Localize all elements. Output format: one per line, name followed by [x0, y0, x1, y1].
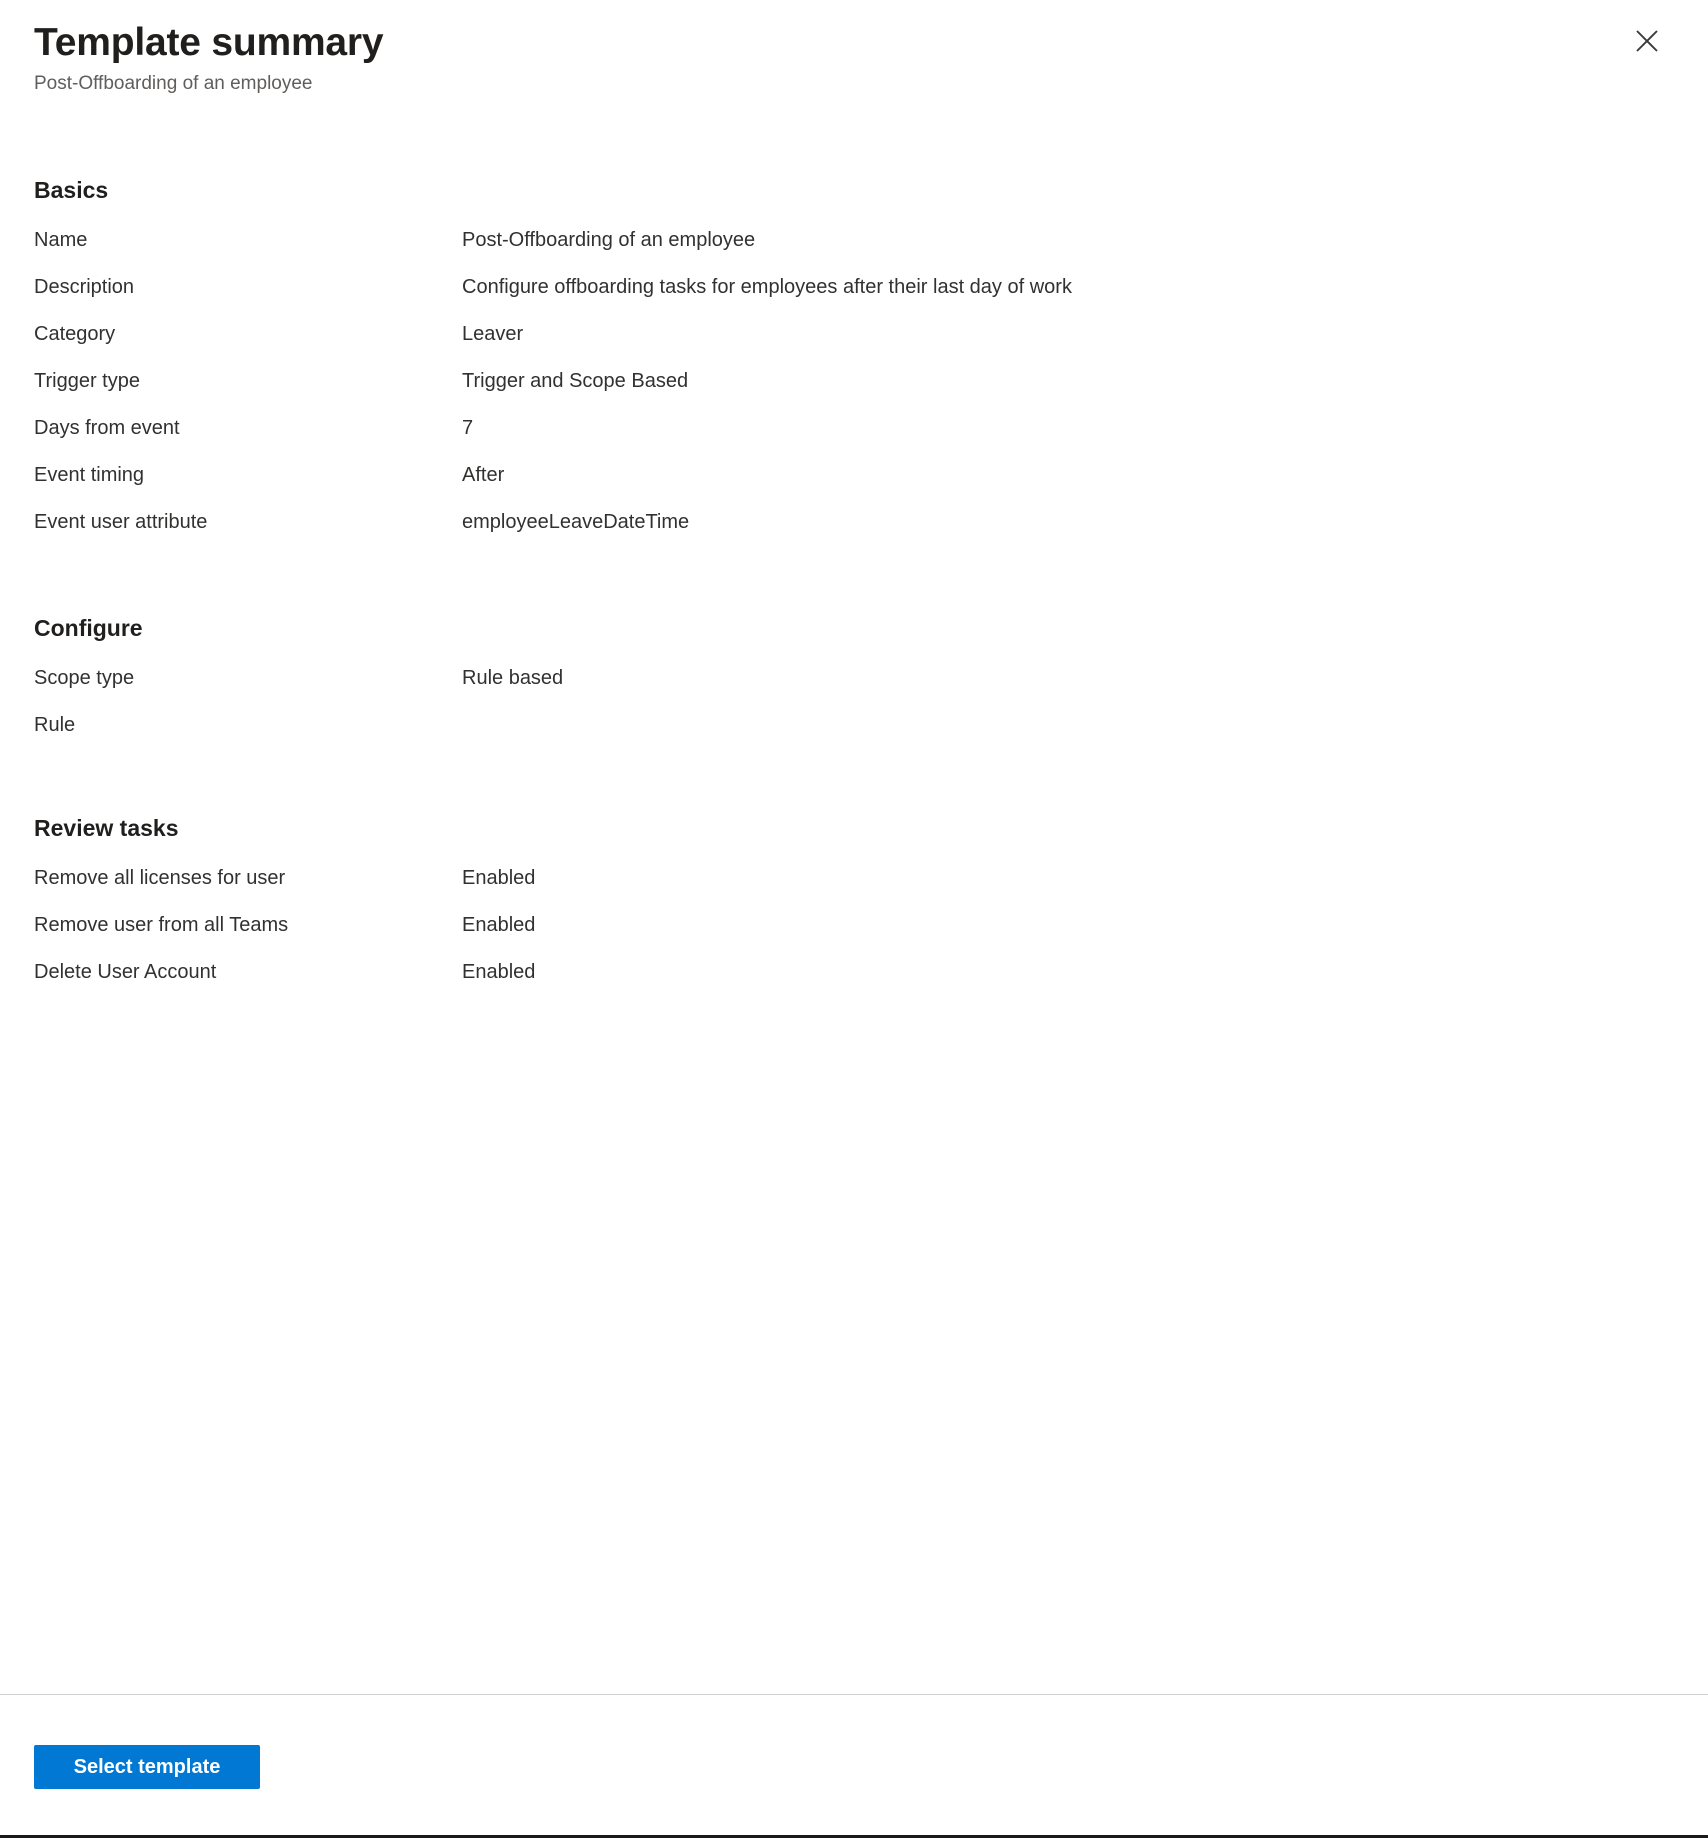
blade-body: Basics Name Post-Offboarding of an emplo… — [0, 97, 1708, 1694]
summary-row-rule: Rule — [34, 711, 1674, 758]
blade-footer: Select template — [0, 1694, 1708, 1835]
section-configure-title: Configure — [34, 615, 143, 641]
section-review-tasks: Review tasks Remove all licenses for use… — [34, 758, 1674, 1005]
row-value: After — [462, 464, 505, 486]
row-value: Configure offboarding tasks for employee… — [462, 276, 1072, 298]
row-label: Remove all licenses for user — [34, 867, 286, 889]
row-label: Delete User Account — [34, 961, 217, 983]
template-summary-blade: Template summary Post-Offboarding of an … — [0, 0, 1708, 1838]
summary-row-category: Category Leaver — [34, 320, 1674, 367]
row-value: employeeLeaveDateTime — [462, 511, 690, 533]
summary-row-name: Name Post-Offboarding of an employee — [34, 226, 1674, 273]
summary-row-trigger-type: Trigger type Trigger and Scope Based — [34, 367, 1674, 414]
task-status: Enabled — [462, 961, 536, 983]
row-label: Scope type — [34, 667, 135, 689]
task-status: Enabled — [462, 867, 536, 889]
section-basics-title: Basics — [34, 177, 109, 203]
task-row-remove-user-from-teams: Remove user from all Teams Enabled — [34, 911, 1674, 958]
row-label: Name — [34, 229, 88, 251]
row-value: Rule based — [462, 667, 564, 689]
row-value: Post-Offboarding of an employee — [462, 229, 756, 251]
summary-row-scope-type: Scope type Rule based — [34, 664, 1674, 711]
section-configure: Configure Scope type Rule based Rule — [34, 555, 1674, 758]
page-title: Template summary — [34, 21, 384, 64]
summary-row-days-from-event: Days from event 7 — [34, 414, 1674, 461]
row-value: Trigger and Scope Based — [462, 370, 689, 392]
select-template-button[interactable]: Select template — [34, 1745, 260, 1789]
summary-row-event-user-attribute: Event user attribute employeeLeaveDateTi… — [34, 508, 1674, 555]
section-basics: Basics Name Post-Offboarding of an emplo… — [34, 97, 1674, 555]
close-icon — [1634, 28, 1660, 54]
row-label: Event timing — [34, 464, 145, 486]
row-value: 7 — [462, 417, 474, 439]
row-label: Description — [34, 276, 135, 298]
row-label: Category — [34, 323, 116, 345]
row-label: Days from event — [34, 417, 180, 439]
blade-header: Template summary Post-Offboarding of an … — [0, 0, 1708, 97]
page-subtitle: Post-Offboarding of an employee — [34, 73, 313, 94]
task-row-delete-user-account: Delete User Account Enabled — [34, 958, 1674, 1005]
task-status: Enabled — [462, 914, 536, 936]
row-value: Leaver — [462, 323, 524, 345]
task-row-remove-all-licenses: Remove all licenses for user Enabled — [34, 864, 1674, 911]
summary-row-event-timing: Event timing After — [34, 461, 1674, 508]
close-button[interactable] — [1624, 18, 1670, 64]
row-label: Trigger type — [34, 370, 140, 392]
section-review-tasks-title: Review tasks — [34, 815, 179, 841]
row-label: Remove user from all Teams — [34, 914, 289, 936]
summary-row-description: Description Configure offboarding tasks … — [34, 273, 1674, 320]
row-label: Rule — [34, 714, 76, 736]
row-label: Event user attribute — [34, 511, 208, 533]
